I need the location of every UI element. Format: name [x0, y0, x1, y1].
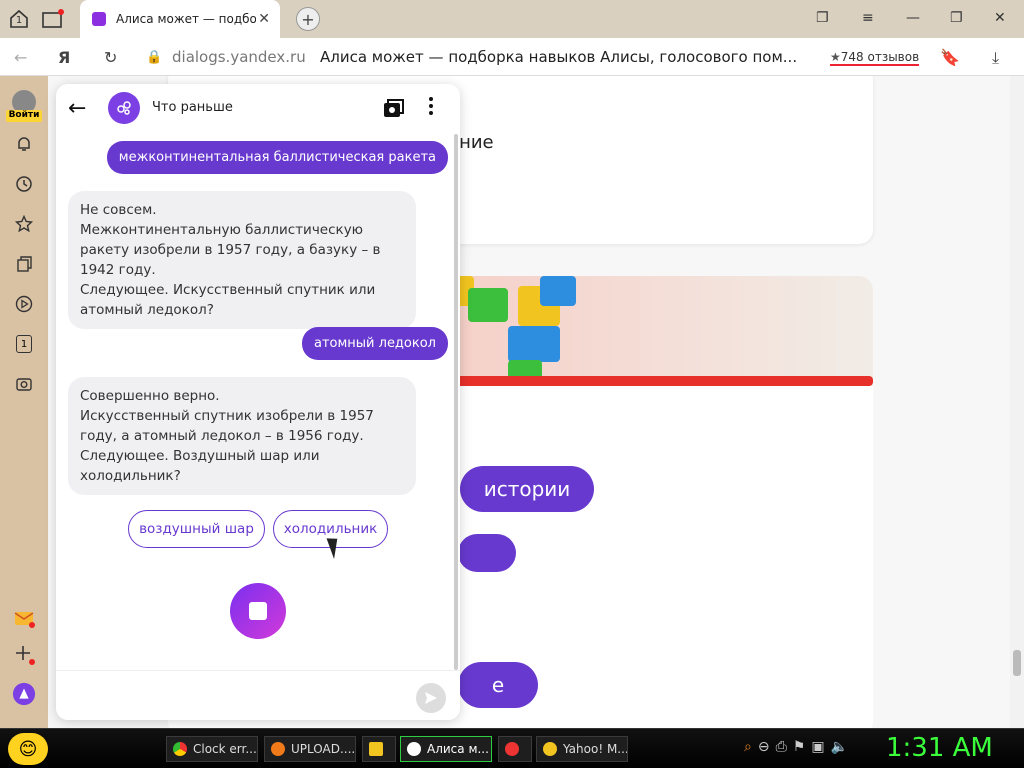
tab-title: Алиса может — подбор — [116, 12, 256, 26]
history-clock-icon[interactable] — [12, 172, 36, 196]
restore-icon[interactable]: ❐ — [950, 10, 963, 26]
chrome-icon — [173, 742, 187, 756]
send-button[interactable] — [416, 683, 446, 713]
bot-message: Совершенно верно. Искусственный спутник … — [68, 377, 416, 495]
page-scroll-thumb[interactable] — [1013, 650, 1021, 676]
firefox-icon — [271, 742, 285, 756]
browser-tab-strip: 1 Алиса может — подбор ✕ + ❐ ≡ — ❐ ✕ — [0, 0, 1024, 38]
close-window-icon[interactable]: ✕ — [994, 10, 1006, 26]
search-icon[interactable]: ⌕ — [744, 739, 752, 755]
taskbar-item[interactable] — [362, 736, 396, 762]
yandex-logo-icon[interactable]: Я — [58, 48, 70, 67]
browser-sidebar: Войти 1 — [0, 76, 48, 728]
bell-icon[interactable] — [12, 132, 36, 156]
flag-icon[interactable]: ⚑ — [793, 739, 806, 755]
star-favorites-icon[interactable] — [12, 212, 36, 236]
collections-icon[interactable] — [12, 252, 36, 276]
more-options-icon[interactable] — [428, 96, 434, 116]
download-icon[interactable]: ⤓ — [992, 48, 999, 68]
taskbar-item[interactable] — [498, 736, 532, 762]
history-cta-button[interactable]: истории — [460, 466, 594, 512]
volume-icon[interactable]: 🔈 — [831, 739, 848, 755]
secondary-cta-partial[interactable] — [458, 534, 516, 572]
send-icon — [425, 692, 437, 704]
stop-icon — [249, 602, 267, 620]
chat-input-area[interactable] — [56, 670, 460, 720]
bottom-cta-button[interactable]: е — [458, 662, 538, 708]
gallery-icon[interactable] — [382, 96, 404, 118]
new-tab-folder-button[interactable] — [40, 6, 66, 32]
bottom-cta-label: е — [491, 673, 505, 697]
yandex-browser-icon — [407, 742, 421, 756]
lock-icon[interactable]: 🔒 — [146, 50, 162, 65]
system-tray: ⌕ ⊖ ⎙ ⚑ ▣ 🔈 — [744, 739, 848, 755]
printer-icon[interactable]: ⎙ — [776, 739, 787, 755]
stop-listening-button[interactable] — [230, 583, 286, 639]
login-button[interactable]: Войти — [6, 110, 42, 122]
add-panel-icon[interactable] — [12, 642, 36, 666]
bookmarks-panel-icon[interactable]: ❐ — [816, 10, 829, 26]
star-icon: ★ — [830, 50, 841, 64]
screenshot-camera-icon[interactable] — [12, 372, 36, 396]
suggestion-button[interactable]: воздушный шар — [128, 510, 265, 548]
taskbar-clock[interactable]: 1:31 AM — [886, 733, 993, 763]
new-tab-button[interactable]: + — [296, 7, 320, 31]
start-button[interactable]: 😊 — [8, 733, 48, 765]
taskbar-item-label: Алиса м... — [427, 742, 489, 756]
bot-message: Не совсем. Межконтинентальную баллистиче… — [68, 191, 416, 329]
chat-title: Что раньше — [152, 100, 233, 115]
history-cta-label: истории — [483, 477, 571, 501]
alice-icon[interactable] — [12, 682, 36, 706]
chat-scrollbar[interactable] — [454, 134, 458, 670]
reviews-link[interactable]: ★748 отзывов — [830, 50, 920, 66]
alice-chat-window: ← Что раньше межконтинентальная баллисти… — [56, 84, 460, 720]
taskbar-item[interactable]: Clock err... — [166, 736, 258, 762]
os-taskbar: 😊 Clock err... UPLOAD.... Алиса м... Yah… — [0, 728, 1024, 768]
mail-icon[interactable] — [12, 606, 36, 630]
network-icon[interactable]: ▣ — [811, 739, 824, 755]
yahoo-messenger-icon — [543, 742, 557, 756]
numbered-badge-icon[interactable]: 1 — [12, 332, 36, 356]
user-message: межконтинентальная баллистическая ракета — [106, 141, 448, 174]
minus-circle-icon[interactable]: ⊖ — [758, 739, 770, 755]
address-bar: ← Я ↻ 🔒 dialogs.yandex.ru Алиса может — … — [0, 38, 1024, 76]
taskbar-item-active[interactable]: Алиса м... — [400, 736, 492, 762]
user-message: атомный ледокол — [301, 327, 448, 360]
chat-header: ← Что раньше — [56, 84, 460, 132]
page-scrollbar[interactable] — [1010, 76, 1024, 728]
back-arrow-icon[interactable]: ← — [68, 96, 86, 121]
badge-number: 1 — [16, 335, 32, 353]
taskbar-item-label: Yahoo! M... — [563, 742, 628, 756]
reviews-count: 748 отзывов — [840, 50, 920, 64]
folder-plus-icon — [42, 9, 64, 28]
reload-icon[interactable]: ↻ — [104, 48, 117, 67]
taskbar-item-label: Clock err... — [193, 742, 257, 756]
yandex-icon — [505, 742, 519, 756]
active-tab[interactable]: Алиса может — подбор ✕ — [80, 0, 280, 38]
taskbar-item[interactable]: Yahoo! M... — [536, 736, 628, 762]
menu-icon[interactable]: ≡ — [862, 10, 874, 26]
alice-tab-icon — [92, 12, 106, 26]
tab-count-badge: 1 — [15, 15, 23, 26]
play-icon[interactable] — [12, 292, 36, 316]
back-icon[interactable]: ← — [14, 48, 27, 67]
taskbar-item-label: UPLOAD.... — [291, 742, 356, 756]
folder-icon — [369, 742, 383, 756]
minimize-icon[interactable]: — — [906, 10, 920, 26]
bookmark-icon[interactable]: 🔖 — [940, 48, 960, 67]
skill-avatar-icon — [108, 92, 140, 124]
url-page-title[interactable]: Алиса может — подборка навыков Алисы, го… — [320, 48, 797, 66]
taskbar-item[interactable]: UPLOAD.... — [264, 736, 356, 762]
tab-counter-button[interactable]: 1 — [6, 6, 32, 32]
tab-close-icon[interactable]: ✕ — [258, 11, 270, 27]
url-domain[interactable]: dialogs.yandex.ru — [172, 48, 306, 66]
